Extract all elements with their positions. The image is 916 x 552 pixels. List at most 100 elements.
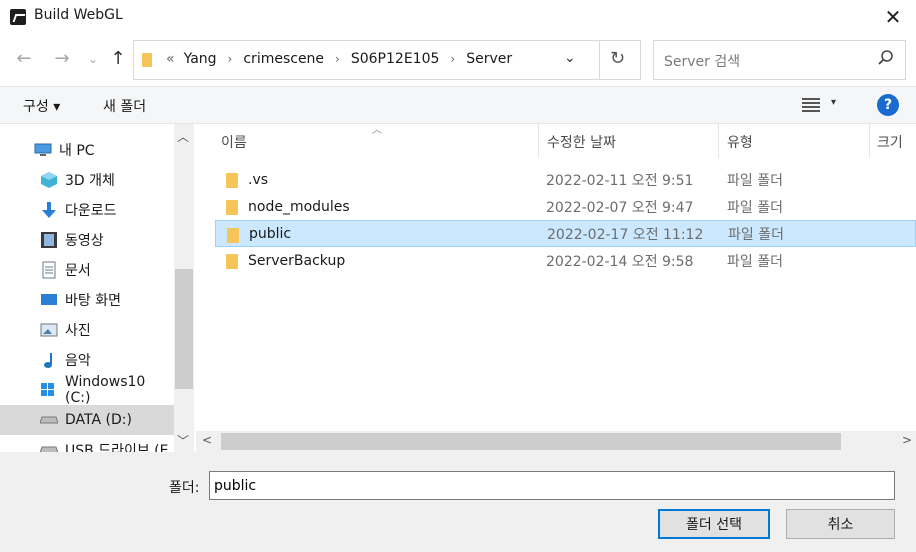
nav-item-label: USB 드라이브 (E bbox=[65, 443, 169, 452]
3d-objects-icon bbox=[40, 172, 58, 188]
column-divider[interactable] bbox=[869, 124, 870, 158]
folder-icon bbox=[142, 53, 152, 67]
file-type: 파일 폴더 bbox=[727, 199, 783, 216]
chevron-right-icon[interactable]: › bbox=[228, 52, 233, 66]
chevron-right-icon[interactable]: › bbox=[450, 52, 455, 66]
dialog-footer: 폴더: 폴더 선택 취소 bbox=[0, 452, 916, 552]
cancel-button[interactable]: 취소 bbox=[786, 509, 895, 539]
nav-item-label: 음악 bbox=[65, 353, 91, 369]
file-name: .vs bbox=[248, 171, 269, 188]
file-list: ︿ 이름 수정한 날짜 유형 크기 .vs 2022-02-11 오전 9:51… bbox=[196, 124, 916, 452]
nav-item-label: DATA (D:) bbox=[65, 412, 132, 428]
nav-item-videos[interactable]: 동영상 bbox=[0, 225, 174, 255]
nav-item-label: 바탕 화면 bbox=[65, 293, 121, 309]
sort-ascending-icon: ︿ bbox=[372, 125, 382, 136]
column-divider[interactable] bbox=[538, 124, 539, 158]
column-divider[interactable] bbox=[718, 124, 719, 158]
nav-item-3d-objects[interactable]: 3D 개체 bbox=[0, 165, 174, 195]
music-icon bbox=[40, 352, 58, 368]
file-name: ServerBackup bbox=[248, 252, 346, 269]
file-date: 2022-02-17 오전 11:12 bbox=[547, 226, 704, 243]
close-button[interactable]: ✕ bbox=[870, 0, 916, 34]
scrollbar-thumb[interactable] bbox=[175, 269, 193, 389]
scrollbar-thumb[interactable] bbox=[221, 433, 841, 450]
column-header-type[interactable]: 유형 bbox=[727, 132, 753, 152]
nav-item-label: 내 PC bbox=[59, 143, 95, 159]
view-options-chevron-icon[interactable]: ▾ bbox=[831, 97, 836, 108]
nav-item-this-pc[interactable]: 내 PC bbox=[0, 135, 174, 165]
select-folder-button[interactable]: 폴더 선택 bbox=[658, 509, 770, 539]
usb-drive-icon bbox=[40, 442, 58, 452]
breadcrumb: « Yang › crimescene › S06P12E105 › Serve… bbox=[166, 51, 512, 67]
nav-item-music[interactable]: 음악 bbox=[0, 345, 174, 375]
downloads-icon bbox=[40, 202, 58, 218]
nav-pane-scrollbar[interactable]: ︿ ﹀ bbox=[174, 124, 194, 452]
nav-item-drive-d[interactable]: DATA (D:) bbox=[0, 405, 174, 435]
drive-d-icon bbox=[40, 412, 58, 428]
search-box[interactable]: Server 검색 bbox=[653, 40, 906, 80]
nav-item-downloads[interactable]: 다운로드 bbox=[0, 195, 174, 225]
scroll-left-icon[interactable]: < bbox=[202, 433, 212, 447]
command-bar: 구성 ▾ 새 폴더 ▾ ? bbox=[0, 86, 916, 124]
file-date: 2022-02-11 오전 9:51 bbox=[546, 172, 694, 189]
nav-item-drive-c[interactable]: Windows10 (C:) bbox=[0, 374, 174, 406]
new-folder-button[interactable]: 새 폴더 bbox=[103, 96, 146, 116]
scroll-up-icon[interactable]: ︿ bbox=[177, 128, 189, 145]
help-icon[interactable]: ? bbox=[877, 94, 899, 116]
desktop-icon bbox=[40, 292, 58, 308]
breadcrumb-item[interactable]: Yang bbox=[184, 51, 217, 67]
nav-item-desktop[interactable]: 바탕 화면 bbox=[0, 285, 174, 315]
file-date: 2022-02-07 오전 9:47 bbox=[546, 199, 694, 216]
folder-name-input[interactable] bbox=[209, 471, 895, 500]
nav-item-pictures[interactable]: 사진 bbox=[0, 315, 174, 345]
folder-icon bbox=[226, 173, 238, 188]
folder-icon bbox=[226, 254, 238, 269]
nav-item-label: 동영상 bbox=[65, 233, 104, 249]
folder-field-label: 폴더: bbox=[169, 480, 200, 496]
file-date: 2022-02-14 오전 9:58 bbox=[546, 253, 694, 270]
column-header-name[interactable]: 이름 bbox=[221, 132, 247, 152]
file-name: node_modules bbox=[248, 198, 350, 215]
breadcrumb-overflow[interactable]: « bbox=[166, 51, 175, 67]
chevron-right-icon[interactable]: › bbox=[335, 52, 340, 66]
nav-item-label: 다운로드 bbox=[65, 203, 117, 219]
forward-arrow-icon[interactable]: → bbox=[52, 48, 72, 69]
file-row[interactable]: .vs 2022-02-11 오전 9:51 파일 폴더 bbox=[215, 166, 916, 193]
breadcrumb-item[interactable]: crimescene bbox=[243, 51, 324, 67]
breadcrumb-item[interactable]: Server bbox=[466, 51, 512, 67]
file-row-selected[interactable]: public 2022-02-17 오전 11:12 파일 폴더 bbox=[215, 220, 916, 247]
search-input[interactable]: Server 검색 bbox=[664, 51, 740, 71]
nav-item-documents[interactable]: 문서 bbox=[0, 255, 174, 285]
nav-item-usb-drive[interactable]: USB 드라이브 (E bbox=[0, 435, 174, 452]
chevron-down-icon[interactable]: ⌄ bbox=[564, 50, 576, 66]
scroll-down-icon[interactable]: ﹀ bbox=[177, 432, 189, 449]
this-pc-icon bbox=[34, 142, 52, 158]
breadcrumb-item[interactable]: S06P12E105 bbox=[351, 51, 440, 67]
navigation-pane: 내 PC 3D 개체 다운로드 동영상 문서 바탕 화면 사진 음악 Windo… bbox=[0, 124, 196, 452]
column-header-date[interactable]: 수정한 날짜 bbox=[547, 132, 616, 152]
window-title: Build WebGL bbox=[34, 7, 123, 23]
organize-button[interactable]: 구성 ▾ bbox=[23, 96, 60, 116]
address-bar[interactable]: « Yang › crimescene › S06P12E105 › Serve… bbox=[133, 40, 641, 80]
file-row[interactable]: ServerBackup 2022-02-14 오전 9:58 파일 폴더 bbox=[215, 247, 916, 274]
pictures-icon bbox=[40, 322, 58, 338]
title-bar: Build WebGL ✕ bbox=[0, 0, 916, 34]
folder-icon bbox=[227, 228, 239, 243]
videos-icon bbox=[40, 232, 58, 248]
file-type: 파일 폴더 bbox=[727, 172, 783, 189]
details-view-icon[interactable] bbox=[802, 98, 820, 112]
navigation-bar: ← → ⌄ ↑ « Yang › crimescene › S06P12E105… bbox=[0, 34, 916, 86]
recent-locations-chevron-icon[interactable]: ⌄ bbox=[83, 52, 103, 66]
file-row[interactable]: node_modules 2022-02-07 오전 9:47 파일 폴더 bbox=[215, 193, 916, 220]
nav-item-label: 문서 bbox=[65, 263, 91, 279]
column-header-row: ︿ 이름 수정한 날짜 유형 크기 bbox=[196, 124, 916, 158]
column-header-size[interactable]: 크기 bbox=[877, 132, 903, 152]
back-arrow-icon[interactable]: ← bbox=[14, 48, 34, 69]
refresh-icon[interactable]: ↻ bbox=[610, 48, 625, 69]
file-list-hscrollbar[interactable]: < > bbox=[196, 431, 916, 452]
scroll-right-icon[interactable]: > bbox=[902, 433, 912, 447]
file-type: 파일 폴더 bbox=[728, 226, 784, 243]
file-type: 파일 폴더 bbox=[727, 253, 783, 270]
search-icon[interactable] bbox=[877, 49, 895, 67]
up-arrow-icon[interactable]: ↑ bbox=[108, 48, 128, 69]
